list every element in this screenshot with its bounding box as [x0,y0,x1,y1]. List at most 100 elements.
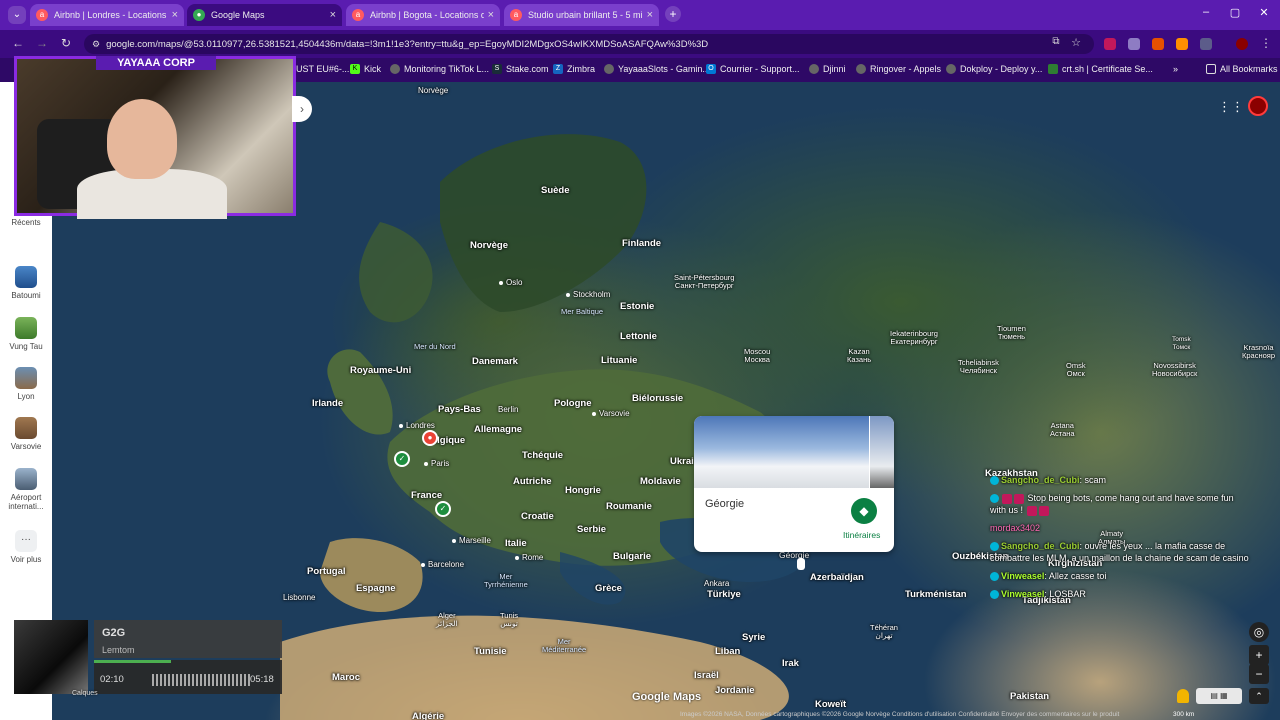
reload-icon[interactable]: ↻ [58,36,74,50]
place-label: Estonie [620,301,655,312]
sidebar-item-more[interactable]: ··· Voir plus [0,530,52,564]
bookmark-item[interactable]: Monitoring TikTok L... [390,64,489,74]
zoom-in-button[interactable]: + [1249,645,1269,665]
minimize-icon[interactable]: – [1196,6,1216,18]
kick-icon: K [350,64,360,74]
layers-label[interactable]: Calques [72,690,98,697]
url-text: google.com/maps/@53.0110977,26.5381521,4… [106,38,709,50]
saved-place-pin[interactable]: ● [422,430,438,446]
google-apps-icon[interactable]: ⋮⋮ [1218,100,1244,114]
tab-search-icon[interactable]: ⌄ [8,6,26,24]
close-tab-icon[interactable]: × [488,9,494,21]
more-bookmarks-icon[interactable]: » [1173,64,1178,74]
extension-icon[interactable] [1128,38,1140,50]
close-tab-icon[interactable]: × [172,9,178,21]
sidebar-item-batoumi[interactable]: Batoumi [0,266,52,300]
place-photo[interactable] [694,416,869,488]
place-thumbnail [15,417,37,439]
tab-airbnb-bogota[interactable]: a Airbnb | Bogota - Locations de × [346,4,500,26]
bookmark-star-icon[interactable]: ☆ [1068,36,1084,49]
directions-label[interactable]: Itinéraires [843,530,880,540]
bookmark-item[interactable]: crt.sh | Certificate Se... [1048,64,1153,74]
airbnb-icon: a [36,9,48,21]
saved-place-pin[interactable]: ✓ [394,451,410,467]
address-bar[interactable]: ⚙ google.com/maps/@53.0110977,26.5381521… [84,34,1094,54]
all-bookmarks[interactable]: All Bookmarks [1206,64,1278,74]
city-label: Kazan Казань [847,347,872,364]
site-info-icon[interactable]: ⚙ [92,39,100,50]
emote-icon [1038,505,1049,516]
album-cover [14,620,88,694]
place-label: Irak [782,658,799,669]
extensions-puzzle-icon[interactable] [1200,38,1212,50]
bookmark-item[interactable]: Z Zimbra [553,64,595,74]
close-tab-icon[interactable]: × [330,9,336,21]
directions-button[interactable]: ◆ [851,498,877,524]
emote-icon [1026,505,1037,516]
extension-icon[interactable] [1104,38,1116,50]
zoom-out-button[interactable]: − [1249,664,1269,684]
saved-place-pin[interactable]: ✓ [435,501,451,517]
account-avatar[interactable] [1248,96,1268,116]
sidebar-item-airport[interactable]: Aéroport internati... [0,468,52,511]
close-window-icon[interactable]: ✕ [1254,6,1274,19]
back-icon[interactable]: ← [10,36,26,50]
track-artist: Lemtom [102,645,135,655]
street-view-pegman-icon[interactable] [1177,689,1189,703]
close-tab-icon[interactable]: × [647,9,653,21]
city-label: Paris [424,459,449,468]
map-scale[interactable]: 300 km [1173,711,1194,718]
browser-menu-icon[interactable]: ⋮ [1258,36,1274,50]
extension-icon[interactable] [1152,38,1164,50]
place-label: Azerbaïdjan [810,572,864,583]
place-label: Moldavie [640,476,681,487]
place-label: Algérie [412,711,445,720]
bookmark-item[interactable]: K Kick [350,64,381,74]
waveform-icon [152,674,252,686]
more-icon: ··· [15,530,37,552]
sidebar-item-label: Récents [11,218,41,227]
bookmark-item[interactable]: S Stake.com [492,64,549,74]
bookmark-item[interactable]: O Courrier - Support... [706,64,800,74]
bookmark-item[interactable]: Ringover - Appels [856,64,941,74]
forward-icon[interactable]: → [34,36,50,50]
city-label: Londres [399,421,435,430]
bookmark-item[interactable]: Djinni [809,64,846,74]
sidebar-item-vung-tau[interactable]: Vung Tau [0,317,52,351]
profile-avatar-icon[interactable] [1236,38,1248,50]
install-icon[interactable]: ⧉ [1048,36,1064,47]
new-tab-button[interactable]: + [665,6,681,22]
sea-label: Mer du Nord [414,342,456,351]
tab-studio-urbain[interactable]: a Studio urbain brillant 5 - 5 min × [504,4,659,26]
map-attribution[interactable]: Images ©2026 NASA, Données cartographiqu… [680,711,1119,718]
place-label: Lettonie [620,331,657,342]
city-dot [566,292,570,297]
airbnb-icon: a [352,9,364,21]
tab-airbnb-londres[interactable]: a Airbnb | Londres - Locations de × [30,4,184,26]
track-title: G2G [102,627,126,639]
place-label: Turkménistan [905,589,967,600]
sea-label: Mer Tyrrhénienne [484,572,528,589]
city-label: Ankara [704,579,730,588]
maximize-icon[interactable]: ▢ [1225,6,1245,19]
city-dot [499,280,503,285]
extension-icon[interactable] [1176,38,1188,50]
chat-message: Stop being bots, come hang out and have … [990,493,1234,516]
map-type-thumbnails[interactable]: ▤ ▦ [1196,688,1242,704]
tab-google-maps[interactable]: ● Google Maps × [187,4,342,26]
place-label: Italie [505,538,527,549]
chat-message: Vinweasel: Allez casse toi [990,570,1250,582]
sidebar-item-lyon[interactable]: Lyon [0,367,52,401]
place-label: France [411,490,443,501]
bookmark-item[interactable]: Dokploy - Deploy y... [946,64,1042,74]
place-label: Portugal [307,566,346,577]
bookmark-item[interactable]: UST EU#6-... [296,64,349,74]
my-location-icon[interactable]: ◎ [1249,622,1269,642]
sidebar-item-recents[interactable]: Récents [0,218,52,227]
now-playing-widget [14,620,282,694]
expand-imagery-icon[interactable]: ⌃ [1249,688,1269,704]
sidebar-item-varsovie[interactable]: Varsovie [0,417,52,451]
city-label: Tunis تونس [500,611,519,628]
place-photo[interactable] [870,416,894,488]
bookmark-item[interactable]: YayaaaSlots - Gamin... [604,64,710,74]
